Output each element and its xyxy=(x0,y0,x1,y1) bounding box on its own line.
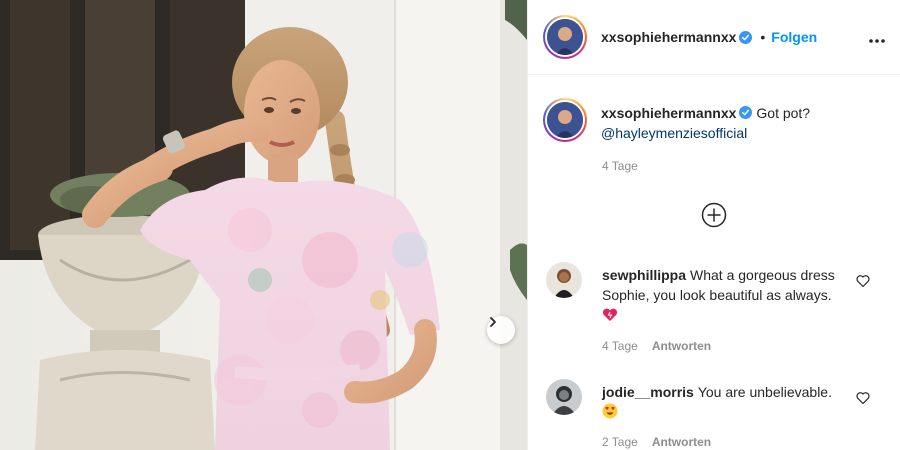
comment-timestamp[interactable]: 4 Tage xyxy=(602,339,638,353)
caption-mention-link[interactable]: @hayleymenziesofficial xyxy=(601,123,810,143)
more-options-icon[interactable] xyxy=(868,28,886,49)
caption-text: xxsophiehermannxx Got pot? @hayleymenzie… xyxy=(601,103,810,143)
caption-body: Got pot? xyxy=(756,105,811,121)
caption-story-ring[interactable] xyxy=(543,98,587,142)
post-photo[interactable] xyxy=(0,0,527,450)
avatar xyxy=(547,19,583,55)
comment-text: sewphillippa What a gorgeous dress Sophie… xyxy=(602,265,842,325)
username-link[interactable]: xxsophiehermannxx xyxy=(601,29,736,45)
comment-meta: 4 Tage Antworten xyxy=(602,339,711,353)
post-side-panel: xxsophiehermannxx • Folgen xxsophieherma… xyxy=(527,0,900,450)
caption-username[interactable]: xxsophiehermannxx xyxy=(601,105,736,121)
follow-button[interactable]: Folgen xyxy=(771,29,817,45)
verified-icon xyxy=(739,106,753,119)
post-image xyxy=(0,0,527,450)
comment-meta: 2 Tage Antworten xyxy=(602,435,711,449)
commenter-avatar[interactable] xyxy=(546,262,582,298)
chevron-right-icon xyxy=(490,317,496,327)
avatar-image xyxy=(546,262,582,298)
avatar-image xyxy=(546,379,582,415)
avatar-frame xyxy=(545,100,585,140)
header-user: xxsophiehermannxx • Folgen xyxy=(601,29,817,45)
commenter-username[interactable]: sewphillippa xyxy=(602,267,686,283)
reply-button[interactable]: Antworten xyxy=(652,339,711,353)
separator-dot: • xyxy=(760,29,766,45)
verified-icon xyxy=(739,30,753,44)
comment-timestamp[interactable]: 2 Tage xyxy=(602,435,638,449)
avatar-image xyxy=(547,102,583,138)
post-caption: xxsophiehermannxx Got pot? @hayleymenzie… xyxy=(543,98,883,143)
heart-eyes-emoji-icon xyxy=(602,403,618,419)
reply-button[interactable]: Antworten xyxy=(652,435,711,449)
avatar-image xyxy=(547,19,583,55)
heart-emoji-icon xyxy=(602,308,618,321)
commenter-avatar[interactable] xyxy=(546,379,582,415)
avatar-frame xyxy=(545,17,585,57)
comment-text: jodie__morris You are unbelievable. xyxy=(602,382,842,422)
avatar xyxy=(547,102,583,138)
like-comment-heart-icon[interactable] xyxy=(856,274,870,288)
load-more-comments-button[interactable] xyxy=(701,202,727,228)
caption-timestamp[interactable]: 4 Tage xyxy=(602,159,638,173)
comment-body: You are unbelievable. xyxy=(697,384,832,400)
plus-circle-icon xyxy=(701,202,727,228)
like-comment-heart-icon[interactable] xyxy=(856,391,870,405)
next-image-button[interactable] xyxy=(487,316,515,344)
commenter-username[interactable]: jodie__morris xyxy=(602,384,694,400)
story-ring[interactable] xyxy=(543,15,587,59)
post-header: xxsophiehermannxx • Folgen xyxy=(528,0,900,75)
more-horizontal-icon xyxy=(869,39,885,43)
